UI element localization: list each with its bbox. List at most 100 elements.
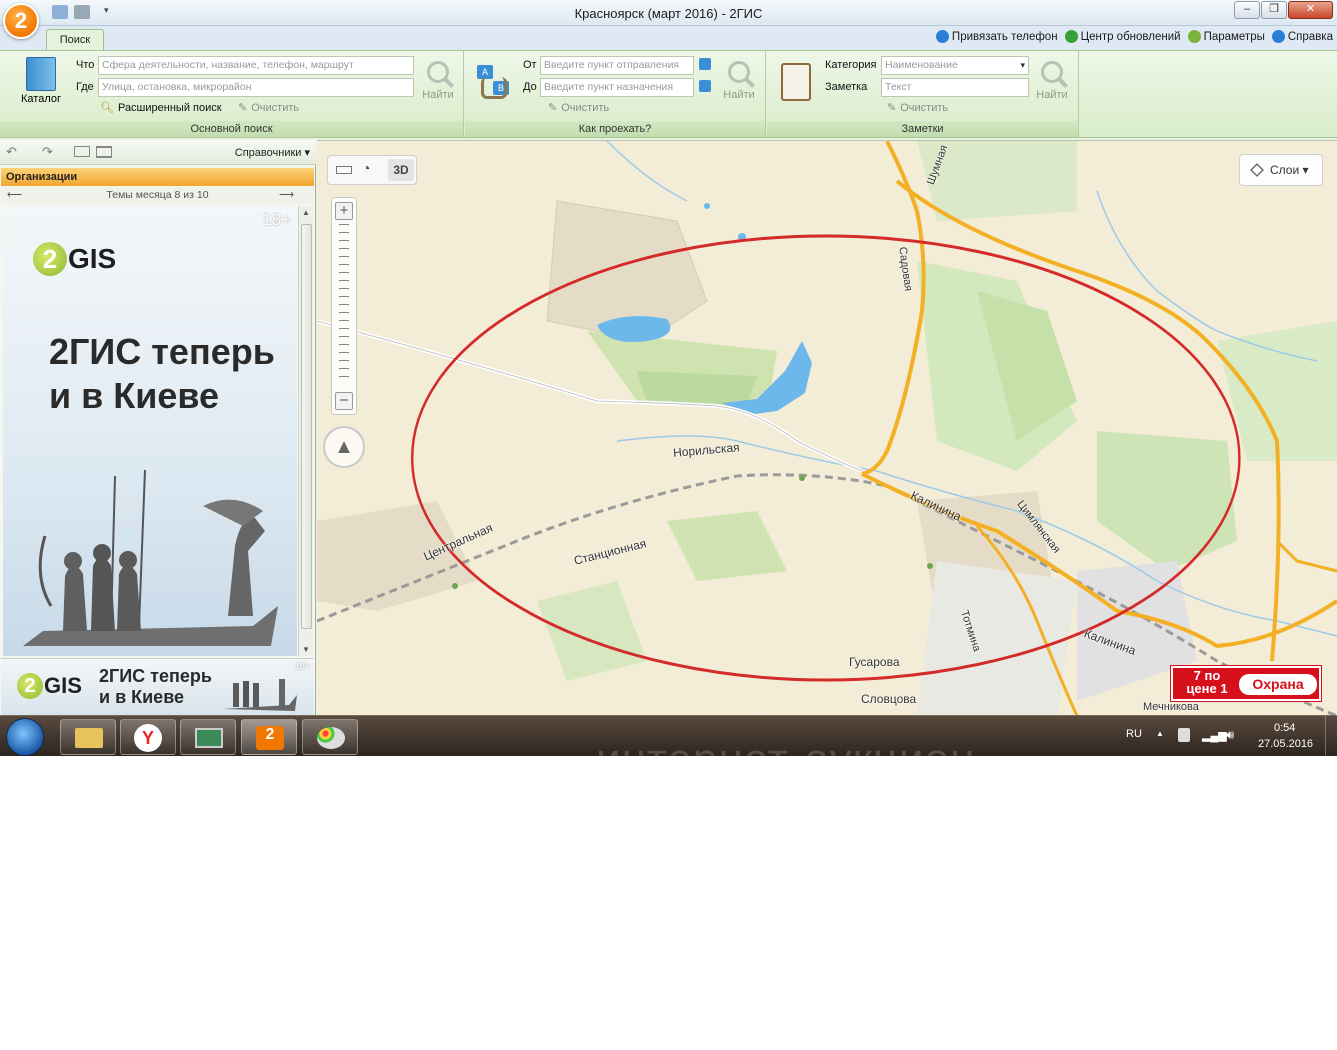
banner-headline: 2ГИС теперь и в Киеве	[49, 330, 275, 418]
app-logo-icon[interactable]: 2	[3, 3, 39, 39]
promo-brand: Охрана	[1239, 674, 1317, 695]
taskbar-yandex-browser[interactable]: Y	[120, 719, 176, 755]
organizations-header[interactable]: Организации	[1, 168, 314, 186]
yandex-browser-icon: Y	[134, 724, 162, 752]
ad-banner-kiev[interactable]: 18+ 2 GIS 2ГИС теперь и в Киеве	[3, 206, 297, 656]
clock-date[interactable]: 27.05.2016	[1258, 738, 1313, 750]
close-button[interactable]: ✕	[1288, 1, 1333, 19]
what-input[interactable]: Сфера деятельности, название, телефон, м…	[98, 56, 414, 75]
route-search-icon	[728, 61, 750, 83]
banner-line-1: 2ГИС теперь	[49, 331, 275, 372]
back-icon[interactable]: ↶	[6, 144, 17, 160]
advanced-search-button[interactable]: 🔍︎ Расширенный поиск	[100, 101, 222, 115]
mini-line-1: 2ГИС теперь	[99, 666, 212, 686]
ribbon-tab-row: Поиск Привязать телефон Центр обновлений…	[0, 26, 1337, 51]
zoom-slider[interactable]	[339, 224, 349, 384]
mini-twogis-digit: 2	[17, 673, 43, 699]
notes-find-label: Найти	[1036, 89, 1068, 101]
what-label: Что	[76, 59, 95, 71]
minimize-button[interactable]: –	[1234, 1, 1260, 19]
compass-icon[interactable]: ▲	[323, 426, 365, 468]
mini-line-2: и в Киеве	[99, 687, 185, 707]
notes-find-button[interactable]: Найти	[1034, 61, 1070, 101]
route-clear-label: Очистить	[561, 101, 610, 114]
link-updates[interactable]: Центр обновлений	[1064, 30, 1181, 43]
taskbar-paint[interactable]	[302, 719, 358, 755]
group-basic-search: Каталог Что Сфера деятельности, название…	[0, 51, 464, 138]
banner-line-2: и в Киеве	[49, 375, 220, 416]
find-button[interactable]: Найти	[420, 61, 456, 101]
tray-expand-icon[interactable]: ▲	[1156, 729, 1164, 738]
route-clear-button[interactable]: ✎ Очистить	[548, 101, 610, 115]
scrollbar-thumb[interactable]	[301, 224, 312, 629]
zoom-in-button[interactable]: +	[335, 202, 353, 220]
window-title: Красноярск (март 2016) - 2ГИС	[574, 6, 763, 21]
to-pin-icon[interactable]	[699, 80, 711, 92]
taskbar-explorer[interactable]	[60, 719, 116, 755]
promo-banner[interactable]: 7 по цене 1 Охрана	[1171, 666, 1321, 701]
app-window: ▾ Красноярск (март 2016) - 2ГИС – ❐ ✕ 2 …	[0, 0, 1337, 715]
ruler-icon[interactable]	[336, 166, 352, 174]
zoom-out-button[interactable]: −	[335, 392, 353, 410]
sidebar-toolbar: ↶ ↷ Справочники ▾	[0, 140, 316, 165]
3d-toggle-button[interactable]: 3D	[388, 159, 414, 181]
maximize-button[interactable]: ❐	[1261, 1, 1287, 19]
scroll-up-icon[interactable]: ▲	[302, 208, 310, 217]
note-input[interactable]: Текст	[881, 78, 1029, 97]
twogis-logo-text: GIS	[68, 243, 117, 274]
advanced-search-icon: 🔍︎	[100, 102, 114, 114]
notes-clear-button[interactable]: ✎ Очистить	[887, 101, 948, 115]
themes-next-icon[interactable]: ⟶	[279, 187, 294, 204]
to-input[interactable]: Введите пункт назначения	[540, 78, 694, 97]
volume-icon[interactable]: 🔊︎	[1226, 727, 1234, 743]
directories-dropdown[interactable]: Справочники ▾	[235, 146, 310, 159]
layers-button[interactable]: Слои ▾	[1239, 154, 1323, 186]
taskbar-2gis[interactable]: 2	[241, 719, 297, 755]
category-label: Категория	[825, 59, 877, 71]
start-button[interactable]	[6, 718, 44, 756]
catalog-button[interactable]: Каталог	[16, 55, 66, 109]
sidebar: ↶ ↷ Справочники ▾ Организации ⟵ Темы мес…	[0, 140, 316, 715]
link-settings[interactable]: Параметры	[1187, 30, 1265, 43]
catalog-book-icon	[26, 57, 56, 91]
clear-search-button[interactable]: ✎ Очистить	[238, 101, 299, 115]
link-phone[interactable]: Привязать телефон	[935, 30, 1058, 43]
layers-label: Слои	[1270, 163, 1300, 177]
clock-time[interactable]: 0:54	[1274, 722, 1295, 734]
forward-icon[interactable]: ↷	[42, 144, 53, 160]
layers-icon	[1250, 163, 1264, 177]
category-select[interactable]: Наименование ▾	[881, 56, 1029, 75]
2gis-taskbar-icon: 2	[256, 726, 284, 750]
tab-search[interactable]: Поиск	[46, 29, 104, 51]
group-label-basic-search: Основной поиск	[0, 121, 463, 137]
layout-icon[interactable]	[96, 146, 112, 158]
from-label: От	[523, 59, 537, 71]
themes-prev-icon[interactable]: ⟵	[7, 187, 22, 204]
language-indicator[interactable]: RU	[1126, 728, 1142, 740]
title-bar: ▾ Красноярск (март 2016) - 2ГИС – ❐ ✕	[0, 0, 1337, 26]
where-input[interactable]: Улица, остановка, микрорайон	[98, 78, 414, 97]
map-canvas[interactable]	[317, 141, 1337, 715]
taskbar-computer[interactable]	[180, 719, 236, 755]
notes-search-icon	[1041, 61, 1063, 83]
group-route: A B От Введите пункт отправления До Введ…	[465, 51, 766, 138]
map-view[interactable]: Шумная Садовая Норильская Калинина Цимля…	[317, 140, 1337, 715]
show-desktop-button[interactable]	[1325, 716, 1337, 757]
ad-mini-banner[interactable]: 2 GIS 2ГИС теперь и в Киеве 18+	[1, 658, 314, 715]
tray-flag-icon[interactable]	[1178, 728, 1190, 742]
link-settings-label: Параметры	[1203, 30, 1265, 43]
route-eraser-icon: ✎	[548, 102, 558, 114]
scroll-down-icon[interactable]: ▼	[302, 645, 310, 654]
eraser-icon: ✎	[238, 102, 248, 114]
group-notes: Категория Наименование ▾ Заметка Текст На…	[767, 51, 1079, 138]
route-find-button[interactable]: Найти	[721, 61, 757, 101]
from-input[interactable]: Введите пункт отправления	[540, 56, 694, 75]
notes-clipboard-icon	[781, 63, 811, 101]
print-list-icon[interactable]	[74, 146, 90, 157]
link-help[interactable]: Справка	[1271, 30, 1333, 43]
sidebar-scrollbar[interactable]: ▲ ▼	[298, 206, 313, 656]
search-icon	[427, 61, 449, 83]
network-icon[interactable]: ▂▄▆	[1202, 729, 1227, 742]
from-pin-icon[interactable]	[699, 58, 711, 70]
compass-rotate-icon[interactable]: ◔	[362, 160, 370, 176]
